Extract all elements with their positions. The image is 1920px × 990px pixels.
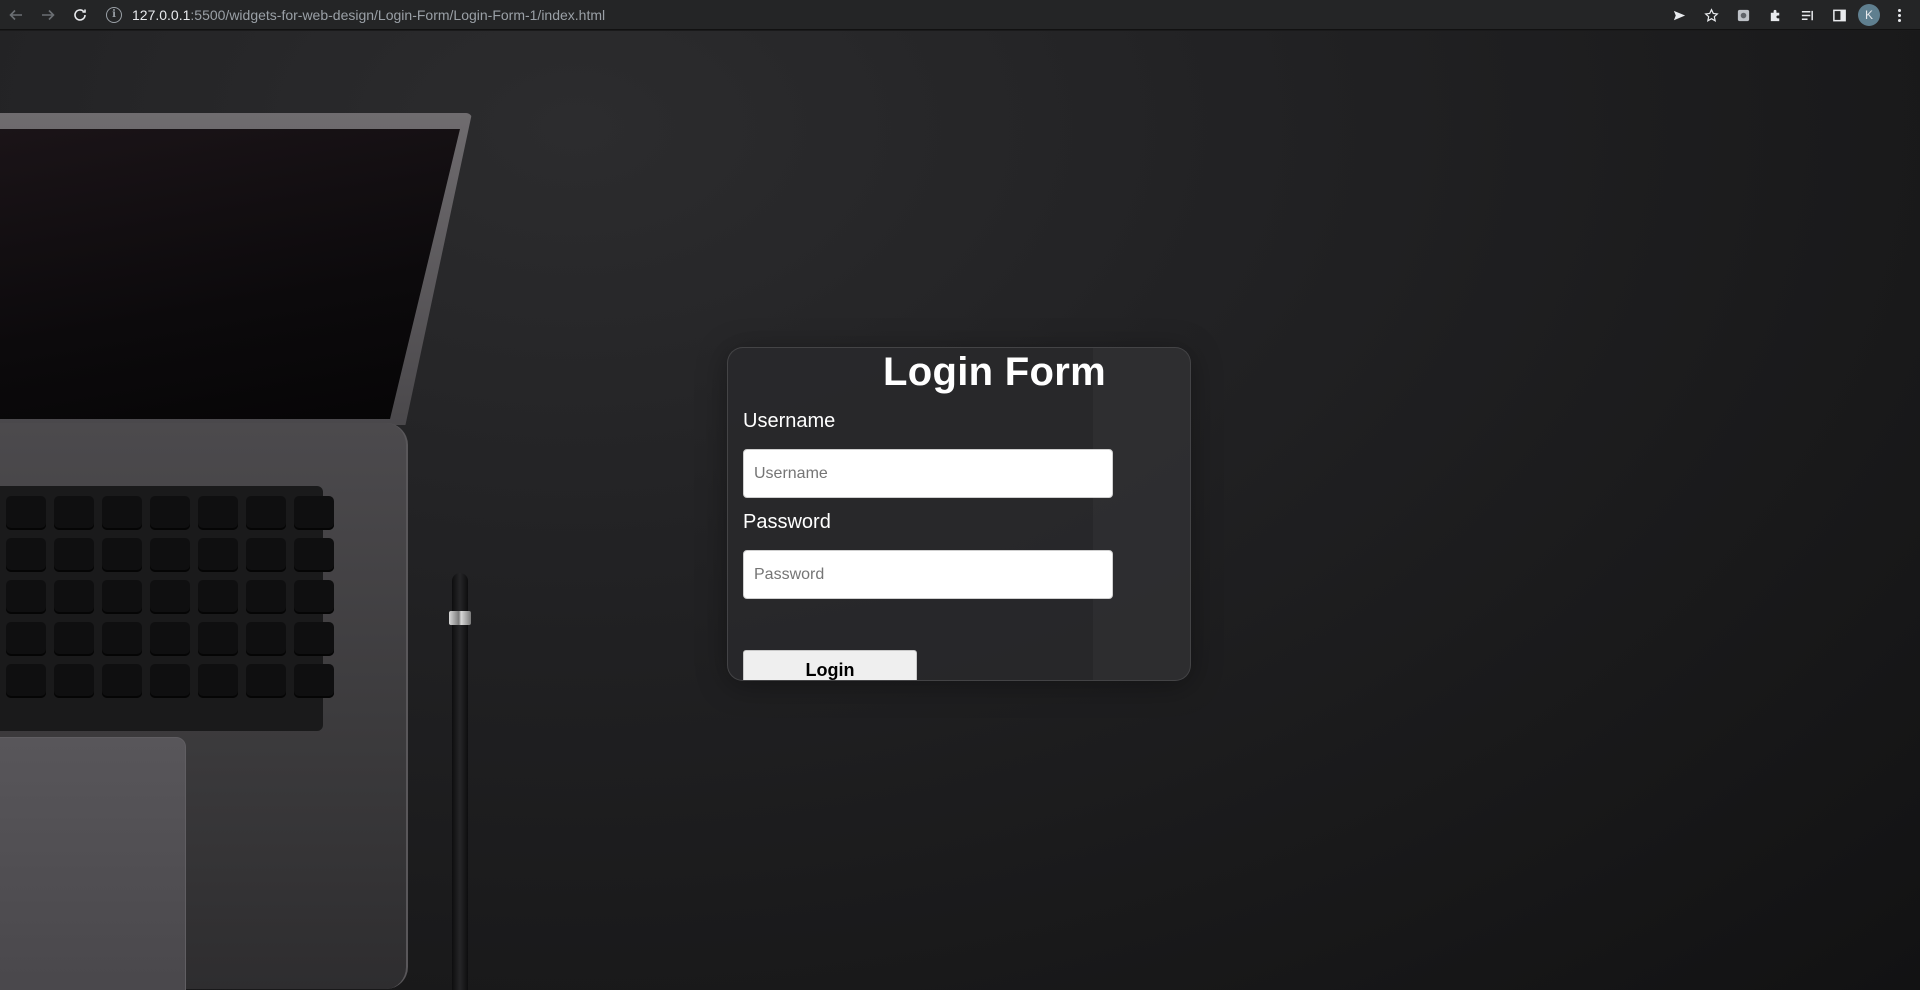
toolbar-actions: K (1666, 0, 1912, 30)
arrow-right-icon (42, 9, 55, 20)
username-label: Username (743, 410, 836, 432)
star-icon (1703, 7, 1719, 22)
reading-list-icon (1801, 10, 1813, 20)
login-button[interactable]: Login (743, 650, 917, 680)
trackpad-illustration (0, 737, 186, 990)
page-viewport: Login Form Username Password Login (0, 31, 1920, 990)
password-label: Password (743, 511, 831, 533)
puzzle-icon (1770, 9, 1779, 21)
side-panel-button[interactable] (1826, 2, 1852, 28)
username-input[interactable] (743, 449, 1113, 498)
url-host: 127.0.0.1 (132, 6, 191, 23)
reading-list-button[interactable] (1794, 2, 1820, 28)
send-icon (1673, 10, 1685, 20)
url-path: :5500/widgets-for-web-design/Login-Form/… (190, 6, 606, 23)
more-vert-icon[interactable] (1886, 2, 1912, 28)
reload-button[interactable] (64, 0, 96, 30)
back-button[interactable] (0, 0, 32, 30)
reload-icon (74, 8, 86, 21)
password-input[interactable] (743, 550, 1113, 599)
login-form: Login Form Username Password Login (727, 347, 1191, 681)
login-form-title: Login Form (883, 350, 1106, 394)
profile-avatar[interactable]: K (1858, 4, 1880, 26)
forward-button[interactable] (32, 0, 64, 30)
side-panel-icon (1832, 9, 1846, 21)
send-button[interactable] (1666, 2, 1692, 28)
keyboard-illustration (0, 486, 334, 731)
address-bar[interactable]: i 127.0.0.1:5500/widgets-for-web-design/… (106, 3, 605, 27)
bookmark-button[interactable] (1698, 2, 1724, 28)
extension-icon (1737, 9, 1749, 21)
browser-toolbar: i 127.0.0.1:5500/widgets-for-web-design/… (0, 0, 1920, 30)
info-icon[interactable]: i (106, 6, 122, 23)
stylus-pen-illustration (452, 573, 468, 990)
arrow-left-icon (9, 9, 22, 20)
puzzle-button[interactable] (1762, 2, 1788, 28)
laptop-display-illustration (0, 129, 460, 419)
extension-button[interactable] (1730, 2, 1756, 28)
stylus-clip-illustration (449, 611, 471, 625)
